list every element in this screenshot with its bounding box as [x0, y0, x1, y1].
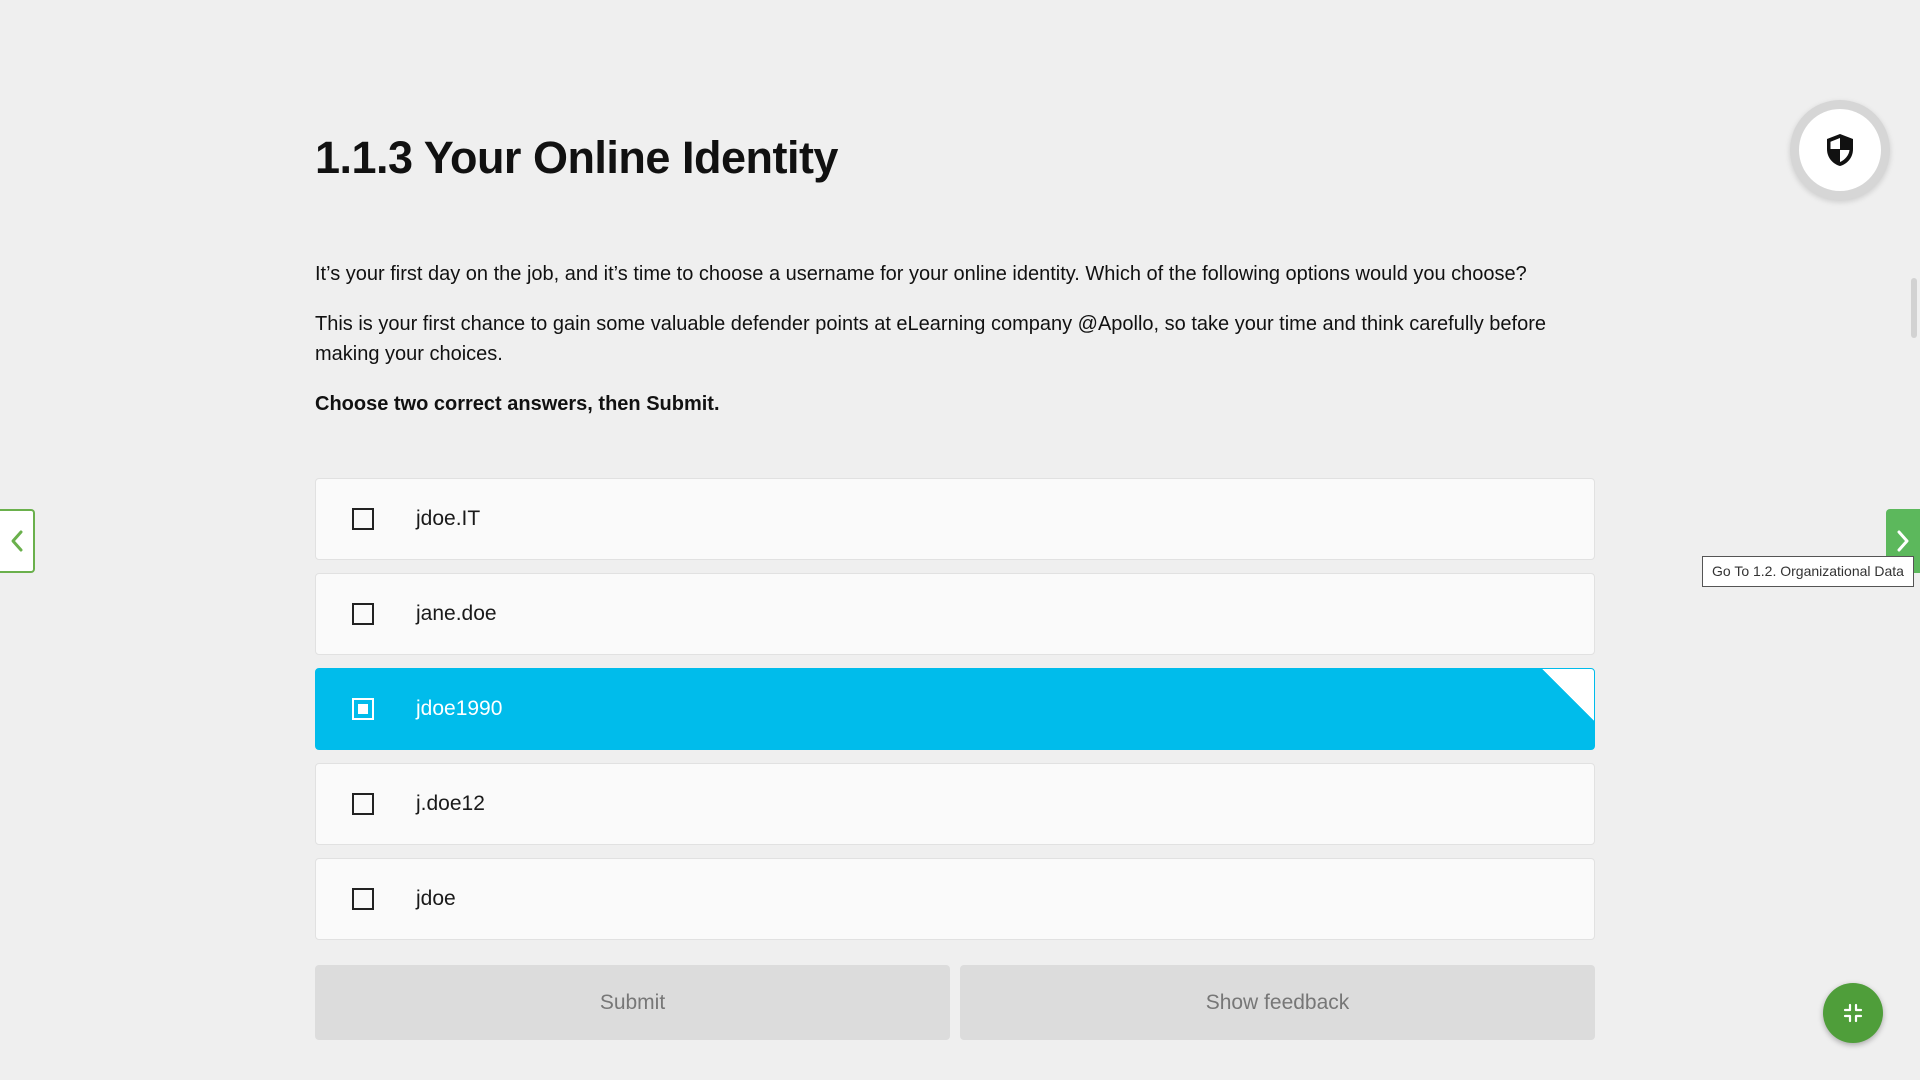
option-jane-doe[interactable]: jane.doe	[315, 573, 1595, 655]
next-page-tooltip: Go To 1.2. Organizational Data	[1702, 556, 1914, 587]
collapse-button[interactable]	[1823, 983, 1883, 1043]
scrollbar-thumb[interactable]	[1911, 278, 1917, 338]
option-label: jdoe1990	[416, 697, 503, 720]
chevron-left-icon	[11, 530, 22, 552]
selected-corner-marker	[1542, 669, 1594, 721]
option-label: jdoe	[416, 887, 456, 910]
context-paragraph: This is your first chance to gain some v…	[315, 313, 1546, 365]
intro-paragraph: It’s your first day on the job, and it’s…	[315, 263, 1527, 285]
submit-button[interactable]: Submit	[315, 965, 950, 1040]
shield-icon	[1827, 134, 1853, 166]
answer-options: jdoe.IT jane.doe jdoe1990 j.doe12 jdoe	[315, 478, 1595, 953]
page-title: 1.1.3 Your Online Identity	[315, 132, 838, 183]
instruction-text: Choose two correct answers, then Submit.	[315, 393, 720, 415]
defender-points-badge	[1799, 109, 1881, 191]
option-jdoe[interactable]: jdoe	[315, 858, 1595, 940]
chevron-right-icon	[1897, 530, 1909, 552]
collapse-icon	[1843, 1003, 1863, 1023]
page: 1.1.3 Your Online Identity It’s your fir…	[0, 0, 1920, 1080]
checkbox[interactable]	[352, 508, 374, 530]
defender-points-button[interactable]	[1790, 100, 1890, 200]
option-jdoe-it[interactable]: jdoe.IT	[315, 478, 1595, 560]
option-label: jdoe.IT	[416, 507, 481, 530]
option-label: j.doe12	[416, 792, 485, 815]
show-feedback-button[interactable]: Show feedback	[960, 965, 1595, 1040]
checkbox-checked[interactable]	[352, 698, 374, 720]
option-label: jane.doe	[416, 602, 497, 625]
option-jdoe1990[interactable]: jdoe1990	[315, 668, 1595, 750]
checkbox[interactable]	[352, 793, 374, 815]
option-j-doe12[interactable]: j.doe12	[315, 763, 1595, 845]
checkbox[interactable]	[352, 603, 374, 625]
checkbox[interactable]	[352, 888, 374, 910]
previous-page-button[interactable]	[0, 509, 35, 573]
